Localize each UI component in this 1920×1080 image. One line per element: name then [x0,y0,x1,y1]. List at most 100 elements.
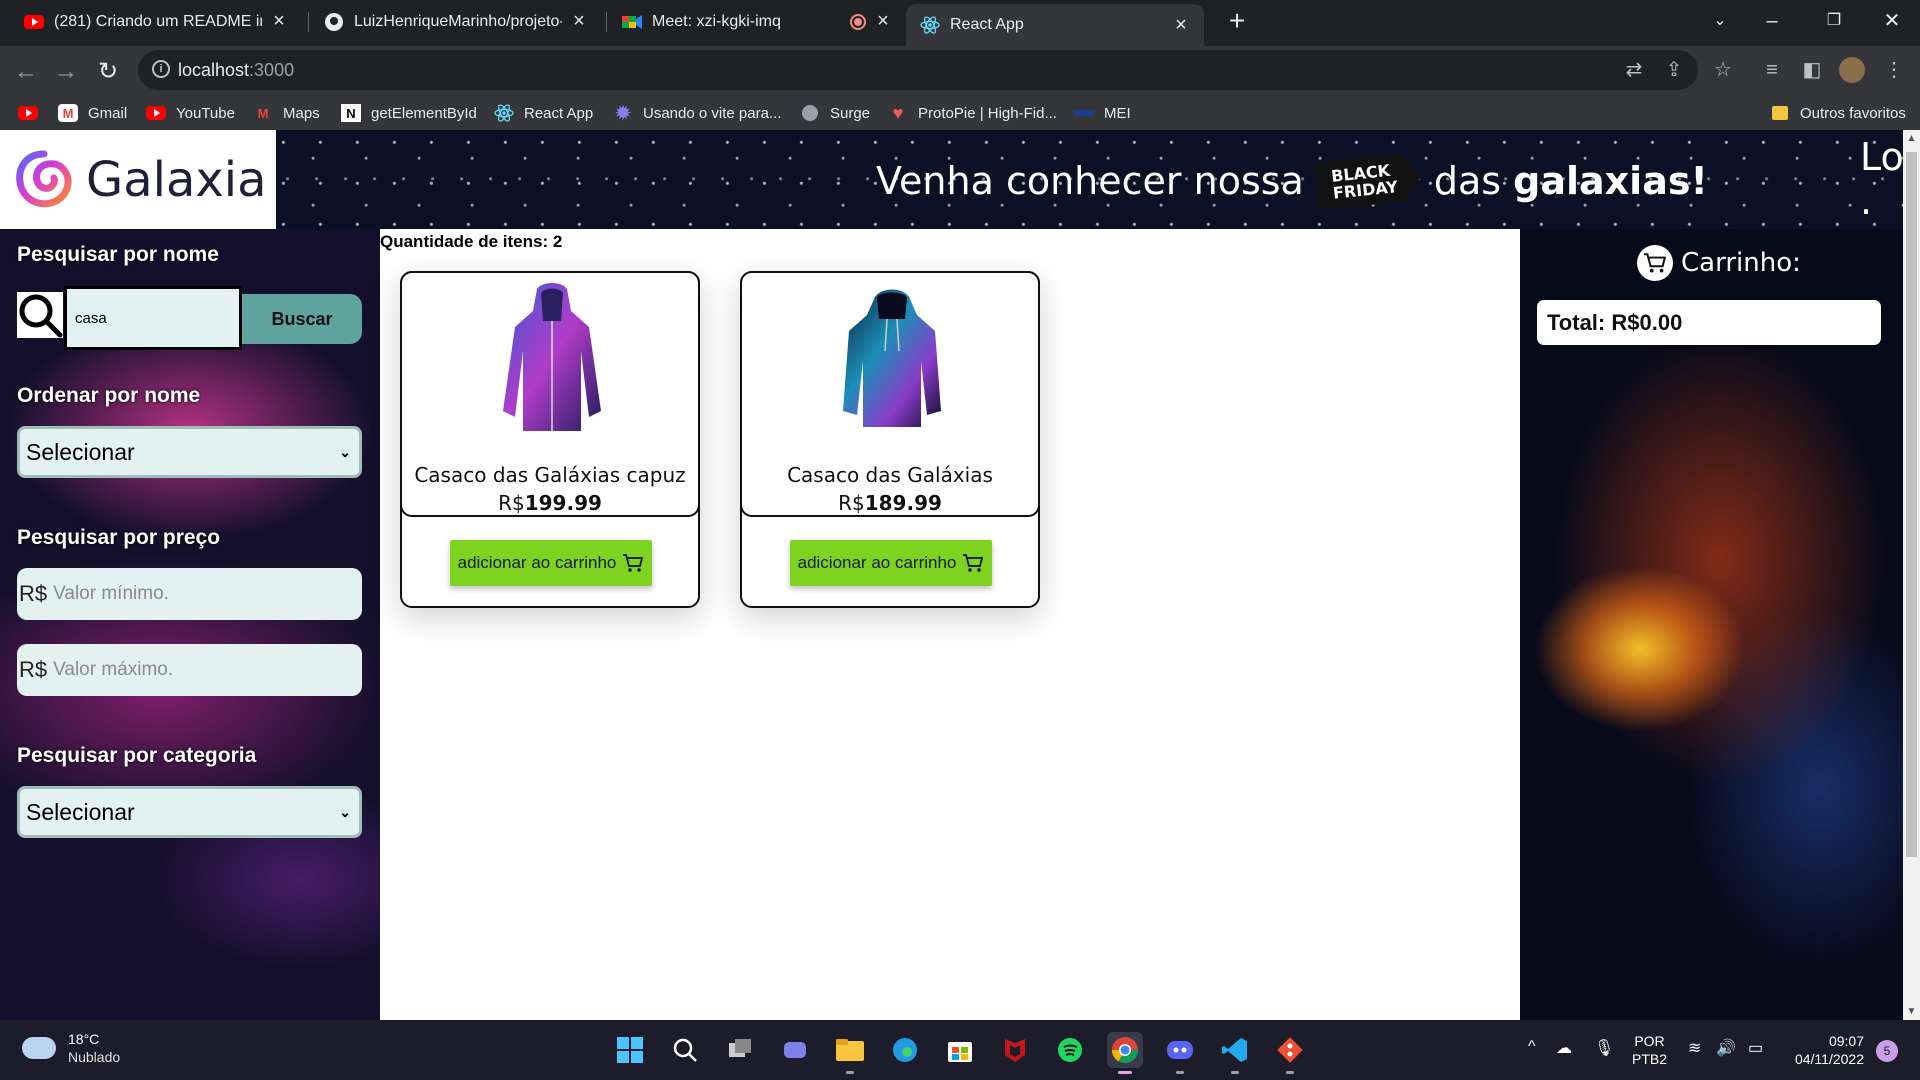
site-info-icon[interactable]: i [152,60,170,78]
minimize-button[interactable]: – [1752,4,1792,38]
bookmark-mei[interactable]: MEI [1074,96,1131,130]
bookmark-vite[interactable]: ✹ Usando o vite para... [613,96,781,130]
other-bookmarks-folder[interactable]: Outros favoritos [1770,96,1906,130]
scroll-up-arrow-icon[interactable]: ▲ [1903,130,1920,147]
product-price: R$189.99 [838,491,942,515]
category-select-value: Selecionar [26,798,135,825]
bookmark-label: Outros favoritos [1800,104,1906,122]
bookmark-surge[interactable]: Surge [800,96,870,130]
discord-icon[interactable] [1162,1032,1198,1074]
bookmark-label: ProtoPie | High-Fid... [918,104,1057,122]
tab-separator [308,12,309,32]
windows-start-icon[interactable] [612,1032,648,1068]
bookmark-react-app[interactable]: React App [494,96,593,130]
page-scrollbar[interactable]: ▲ ▼ [1903,130,1920,1020]
scrollbar-thumb[interactable] [1906,152,1917,857]
microsoft-store-icon[interactable] [942,1032,978,1068]
edge-icon[interactable] [887,1032,923,1068]
task-view-icon[interactable] [722,1032,758,1068]
back-button[interactable]: ← [8,54,44,90]
category-select[interactable]: Selecionar ⌄ [17,786,362,838]
close-tab-icon[interactable]: × [874,10,892,33]
search-icon[interactable] [667,1032,703,1068]
language-indicator[interactable]: POR PTB2 [1632,1032,1667,1068]
spotify-icon[interactable] [1052,1032,1088,1068]
battery-icon[interactable]: ▭ [1748,1038,1763,1058]
search-icon[interactable] [17,292,63,338]
browser-toolbar: ← → ↻ i localhost:3000 ⇄ ⇪ ☆ ≡ ◧ ⋮ M Gma… [0,46,1920,130]
wifi-icon[interactable]: ≋ [1688,1038,1701,1058]
media-control-icon[interactable]: ≡ [1756,54,1788,86]
chrome-icon[interactable] [1107,1032,1143,1074]
translate-icon[interactable]: ⇄ [1618,54,1650,86]
promo-text: das [1433,159,1502,203]
notification-badge[interactable]: 5 [1876,1040,1898,1062]
search-input[interactable] [64,286,242,350]
recording-icon [850,13,866,30]
bookmark-youtube[interactable]: YouTube [146,96,235,130]
site-logo[interactable]: Galaxia [0,130,276,229]
bookmark-label: getElementById [371,104,477,122]
tab-search-icon[interactable]: ⌄ [1700,4,1740,38]
forward-button[interactable]: → [48,54,84,90]
currency-label: R$ [19,657,48,682]
add-to-cart-button[interactable]: adicionar ao carrinho [450,540,652,586]
bookmarks-bar: M Gmail YouTube M Maps N getElementById … [0,96,1920,130]
new-tab-button[interactable]: + [1222,6,1252,36]
teams-chat-icon[interactable] [777,1032,813,1068]
chevron-down-icon: ⌄ [339,803,351,820]
bookmark-getelementbyid[interactable]: N getElementById [341,96,477,130]
bookmark-star-icon[interactable]: ☆ [1707,54,1739,86]
scroll-down-arrow-icon[interactable]: ▼ [1903,1003,1920,1020]
search-button[interactable]: Buscar [242,294,362,344]
tab-react-app[interactable]: React App × [906,4,1204,46]
bookmark-youtube-icon-only[interactable] [18,96,48,130]
close-window-button[interactable]: ✕ [1872,4,1912,38]
mcafee-icon[interactable] [997,1032,1033,1068]
microphone-icon[interactable]: 🎙 [1594,1038,1614,1058]
galaxy-hoodie-image [843,289,941,427]
sort-heading: Ordenar por nome [17,384,201,407]
tab-youtube[interactable]: (281) Criando um README incrív × [10,0,302,43]
min-price-field[interactable]: R$ Valor mínimo. [17,568,362,620]
max-price-field[interactable]: R$ Valor máximo. [17,644,362,696]
file-explorer-icon[interactable] [832,1032,868,1074]
chevron-up-icon[interactable]: ^ [1528,1038,1536,1056]
item-count: Quantidade de itens: 2 [380,232,563,251]
github-icon [324,12,344,32]
promo-headline: Venha conhecer nossa BLACK FRIDAY das gal… [876,154,1708,208]
react-icon [494,104,514,122]
add-to-cart-button[interactable]: adicionar ao carrinho [790,540,992,586]
bookmark-gmail[interactable]: M Gmail [58,96,127,130]
weather-widget[interactable]: 18°C Nublado [22,1030,120,1066]
tab-meet[interactable]: Meet: xzi-kgki-imq × [608,0,906,43]
bookmark-protopie[interactable]: ♥ ProtoPie | High-Fid... [888,96,1057,130]
cart-title-text: Carrinho: [1681,248,1801,278]
close-tab-icon[interactable]: × [570,10,588,33]
vscode-icon[interactable] [1217,1032,1253,1074]
login-button[interactable]: Login . [1860,135,1903,223]
reload-button[interactable]: ↻ [90,54,126,90]
address-bar[interactable]: i localhost:3000 ⇄ ⇪ [138,50,1698,90]
profile-avatar[interactable] [1836,54,1868,86]
tab-github[interactable]: LuizHenriqueMarinho/projeto-fro × [310,0,602,43]
cloud-icon [22,1037,56,1059]
youtube-icon [18,104,38,122]
close-tab-icon[interactable]: × [1172,14,1190,37]
bookmark-label: Surge [830,104,871,122]
volume-icon[interactable]: 🔊 [1716,1038,1736,1058]
onedrive-icon[interactable]: ☁ [1556,1038,1572,1058]
sort-select[interactable]: Selecionar ⌄ [17,426,362,478]
filter-sidebar: Pesquisar por nome Buscar Ordenar por no… [0,229,380,1020]
git-kraken-icon[interactable] [1272,1032,1308,1074]
restore-button[interactable]: ❐ [1814,4,1854,38]
close-tab-icon[interactable]: × [270,10,288,33]
language-code: POR [1634,1033,1665,1049]
product-price: R$199.99 [498,491,602,515]
currency-label: R$ [19,581,48,606]
menu-icon[interactable]: ⋮ [1878,54,1910,86]
system-clock[interactable]: 09:07 04/11/2022 [1786,1032,1864,1068]
share-icon[interactable]: ⇪ [1658,54,1690,86]
side-panel-icon[interactable]: ◧ [1796,54,1828,86]
bookmark-maps[interactable]: M Maps [253,96,320,130]
